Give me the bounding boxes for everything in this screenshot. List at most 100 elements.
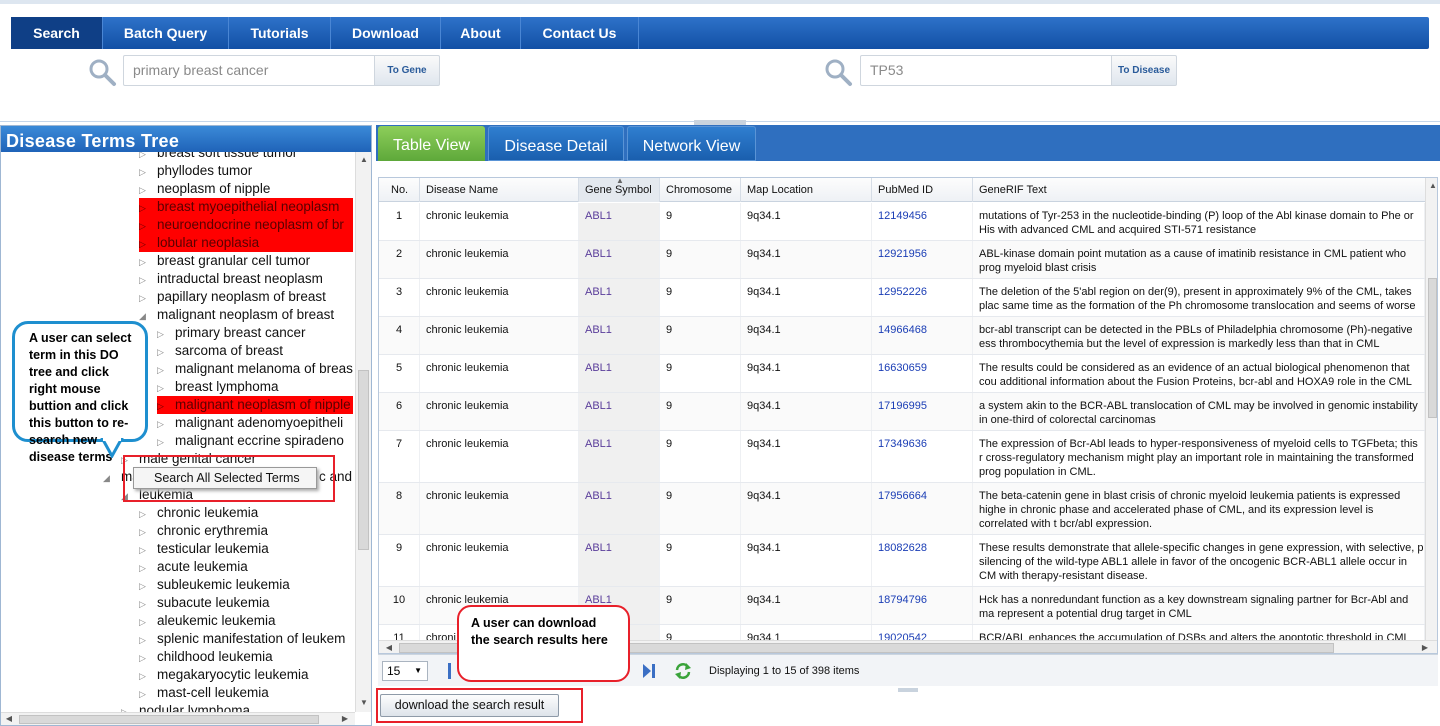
expand-arrow-icon[interactable]: ▷ <box>157 361 175 379</box>
expand-arrow-icon[interactable]: ▷ <box>139 685 157 703</box>
col-no[interactable]: No. <box>379 178 420 202</box>
scroll-up-icon[interactable]: ▲ <box>1427 180 1437 192</box>
tree-node[interactable]: ▷ subacute leukemia <box>139 594 270 612</box>
to-disease-button[interactable]: To Disease <box>1111 55 1177 86</box>
scroll-thumb[interactable] <box>19 715 319 724</box>
expand-arrow-icon[interactable]: ▷ <box>157 325 175 343</box>
expand-arrow-icon[interactable]: ▷ <box>139 541 157 559</box>
scroll-left-icon[interactable]: ◀ <box>3 713 15 725</box>
tree-node[interactable]: ▷ malignant eccrine spiradeno <box>157 432 344 450</box>
table-row[interactable]: 7 chronic leukemia ABL1 9 9q34.1 1734963… <box>379 431 1425 483</box>
grid-vertical-scrollbar[interactable]: ▲ <box>1425 178 1437 640</box>
expand-arrow-icon[interactable]: ▷ <box>139 163 157 181</box>
expand-arrow-icon[interactable]: ▷ <box>139 505 157 523</box>
expand-arrow-icon[interactable]: ▷ <box>121 703 139 712</box>
expand-arrow-icon[interactable]: ▷ <box>139 523 157 541</box>
nav-about[interactable]: About <box>441 17 521 49</box>
expand-arrow-icon[interactable]: ▷ <box>157 379 175 397</box>
nav-search[interactable]: Search <box>11 17 103 49</box>
resize-handle[interactable] <box>898 688 918 692</box>
expand-arrow-icon[interactable]: ▷ <box>157 343 175 361</box>
expand-arrow-icon[interactable]: ▷ <box>157 433 175 451</box>
tree-node-selected[interactable]: ▷ malignant neoplasm of nipple <box>157 396 353 414</box>
tree-node[interactable]: ▷ phyllodes tumor <box>139 162 252 180</box>
tree-node[interactable]: ▷ breast granular cell tumor <box>139 252 310 270</box>
expand-arrow-icon[interactable]: ▷ <box>139 235 157 253</box>
expand-arrow-icon[interactable]: ▷ <box>139 613 157 631</box>
refresh-icon[interactable] <box>674 662 692 680</box>
page-size-select[interactable]: 15 ▼ <box>382 661 428 681</box>
expand-arrow-icon[interactable]: ▷ <box>139 667 157 685</box>
tree-node[interactable]: ▷ intraductal breast neoplasm <box>139 270 323 288</box>
col-generif-text[interactable]: GeneRIF Text <box>973 178 1437 202</box>
nav-contact-us[interactable]: Contact Us <box>521 17 639 49</box>
expand-arrow-icon[interactable]: ▷ <box>139 577 157 595</box>
tree-node[interactable]: ▷ megakaryocytic leukemia <box>139 666 309 684</box>
expand-arrow-icon[interactable]: ▷ <box>139 181 157 199</box>
expand-arrow-icon[interactable]: ▷ <box>139 199 157 217</box>
tree-node[interactable]: ▷ acute leukemia <box>139 558 248 576</box>
tree-node[interactable]: ▷ subleukemic leukemia <box>139 576 290 594</box>
tree-node[interactable]: ▷ chronic erythremia <box>139 522 268 540</box>
tree-node[interactable]: ▷ testicular leukemia <box>139 540 269 558</box>
to-gene-button[interactable]: To Gene <box>374 55 440 86</box>
nav-download[interactable]: Download <box>331 17 441 49</box>
collapse-arrow-icon[interactable]: ◢ <box>103 469 121 487</box>
tree-node[interactable]: ▷ chronic leukemia <box>139 504 258 522</box>
tree-node[interactable]: ▷ breast lymphoma <box>157 378 279 396</box>
table-row[interactable]: 1 chronic leukemia ABL1 9 9q34.1 1214945… <box>379 203 1425 241</box>
col-chromosome[interactable]: Chromosome <box>660 178 741 202</box>
expand-arrow-icon[interactable]: ▷ <box>139 217 157 235</box>
tree-horizontal-scrollbar[interactable]: ◀ ▶ <box>1 712 355 725</box>
nav-batch-query[interactable]: Batch Query <box>103 17 229 49</box>
expand-arrow-icon[interactable]: ▷ <box>139 631 157 649</box>
tree-node[interactable]: ▷ neoplasm of nipple <box>139 180 270 198</box>
gene-search-input[interactable]: TP53 <box>860 55 1112 86</box>
disease-search-input[interactable]: primary breast cancer <box>123 55 375 86</box>
expand-arrow-icon[interactable]: ▷ <box>139 289 157 307</box>
tree-node[interactable]: ▷ sarcoma of breast <box>157 342 283 360</box>
tree-node[interactable]: ▷ breast soft tissue tumor <box>139 152 297 162</box>
scroll-left-icon[interactable]: ◀ <box>383 642 395 653</box>
tree-node[interactable]: ▷ aleukemic leukemia <box>139 612 276 630</box>
scroll-thumb[interactable] <box>1428 278 1437 418</box>
tree-node[interactable]: ▷ mast-cell leukemia <box>139 684 269 702</box>
scroll-down-icon[interactable]: ▼ <box>358 697 370 709</box>
tree-node[interactable]: ▷ splenic manifestation of leukem <box>139 630 345 648</box>
collapse-arrow-icon[interactable]: ◢ <box>139 307 157 325</box>
tree-node-selected[interactable]: ▷ breast myoepithelial neoplasm <box>139 198 353 216</box>
table-row[interactable]: 5 chronic leukemia ABL1 9 9q34.1 1663065… <box>379 355 1425 393</box>
expand-arrow-icon[interactable]: ▷ <box>139 649 157 667</box>
expand-arrow-icon[interactable]: ▷ <box>139 559 157 577</box>
tab-network-view[interactable]: Network View <box>627 126 756 161</box>
table-row[interactable]: 2 chronic leukemia ABL1 9 9q34.1 1292195… <box>379 241 1425 279</box>
scroll-right-icon[interactable]: ▶ <box>1419 642 1431 653</box>
expand-arrow-icon[interactable]: ▷ <box>139 595 157 613</box>
col-map-location[interactable]: Map Location <box>741 178 872 202</box>
tree-node[interactable]: ▷ malignant melanoma of breas <box>157 360 353 378</box>
last-page-icon[interactable] <box>643 664 655 678</box>
expand-arrow-icon[interactable]: ▷ <box>139 253 157 271</box>
tree-node[interactable]: ▷ nodular lymphoma <box>121 702 250 712</box>
expand-arrow-icon[interactable]: ▷ <box>139 271 157 289</box>
col-disease-name[interactable]: Disease Name <box>420 178 579 202</box>
table-row[interactable]: 8 chronic leukemia ABL1 9 9q34.1 1795666… <box>379 483 1425 535</box>
tab-disease-detail[interactable]: Disease Detail <box>488 126 624 161</box>
scroll-thumb[interactable] <box>358 370 369 550</box>
tree-node[interactable]: ▷ malignant adenomyoepitheli <box>157 414 343 432</box>
expand-arrow-icon[interactable]: ▷ <box>157 415 175 433</box>
tree-vertical-scrollbar[interactable]: ▲ ▼ <box>355 152 371 712</box>
tree-node[interactable]: ▷ papillary neoplasm of breast <box>139 288 326 306</box>
nav-tutorials[interactable]: Tutorials <box>229 17 331 49</box>
tree-node[interactable]: ◢ malignant neoplasm of breast <box>139 306 334 324</box>
scroll-right-icon[interactable]: ▶ <box>339 713 351 725</box>
tab-table-view[interactable]: Table View <box>378 126 485 161</box>
tree-node-selected[interactable]: ▷ neuroendocrine neoplasm of br <box>139 216 353 234</box>
tree-node-selected[interactable]: ▷ lobular neoplasia <box>139 234 353 252</box>
tree-node[interactable]: ▷ childhood leukemia <box>139 648 273 666</box>
table-row[interactable]: 9 chronic leukemia ABL1 9 9q34.1 1808262… <box>379 535 1425 587</box>
tree-node[interactable]: ▷ primary breast cancer <box>157 324 306 342</box>
scroll-up-icon[interactable]: ▲ <box>358 154 370 166</box>
col-pubmed-id[interactable]: PubMed ID <box>872 178 973 202</box>
table-row[interactable]: 4 chronic leukemia ABL1 9 9q34.1 1496646… <box>379 317 1425 355</box>
